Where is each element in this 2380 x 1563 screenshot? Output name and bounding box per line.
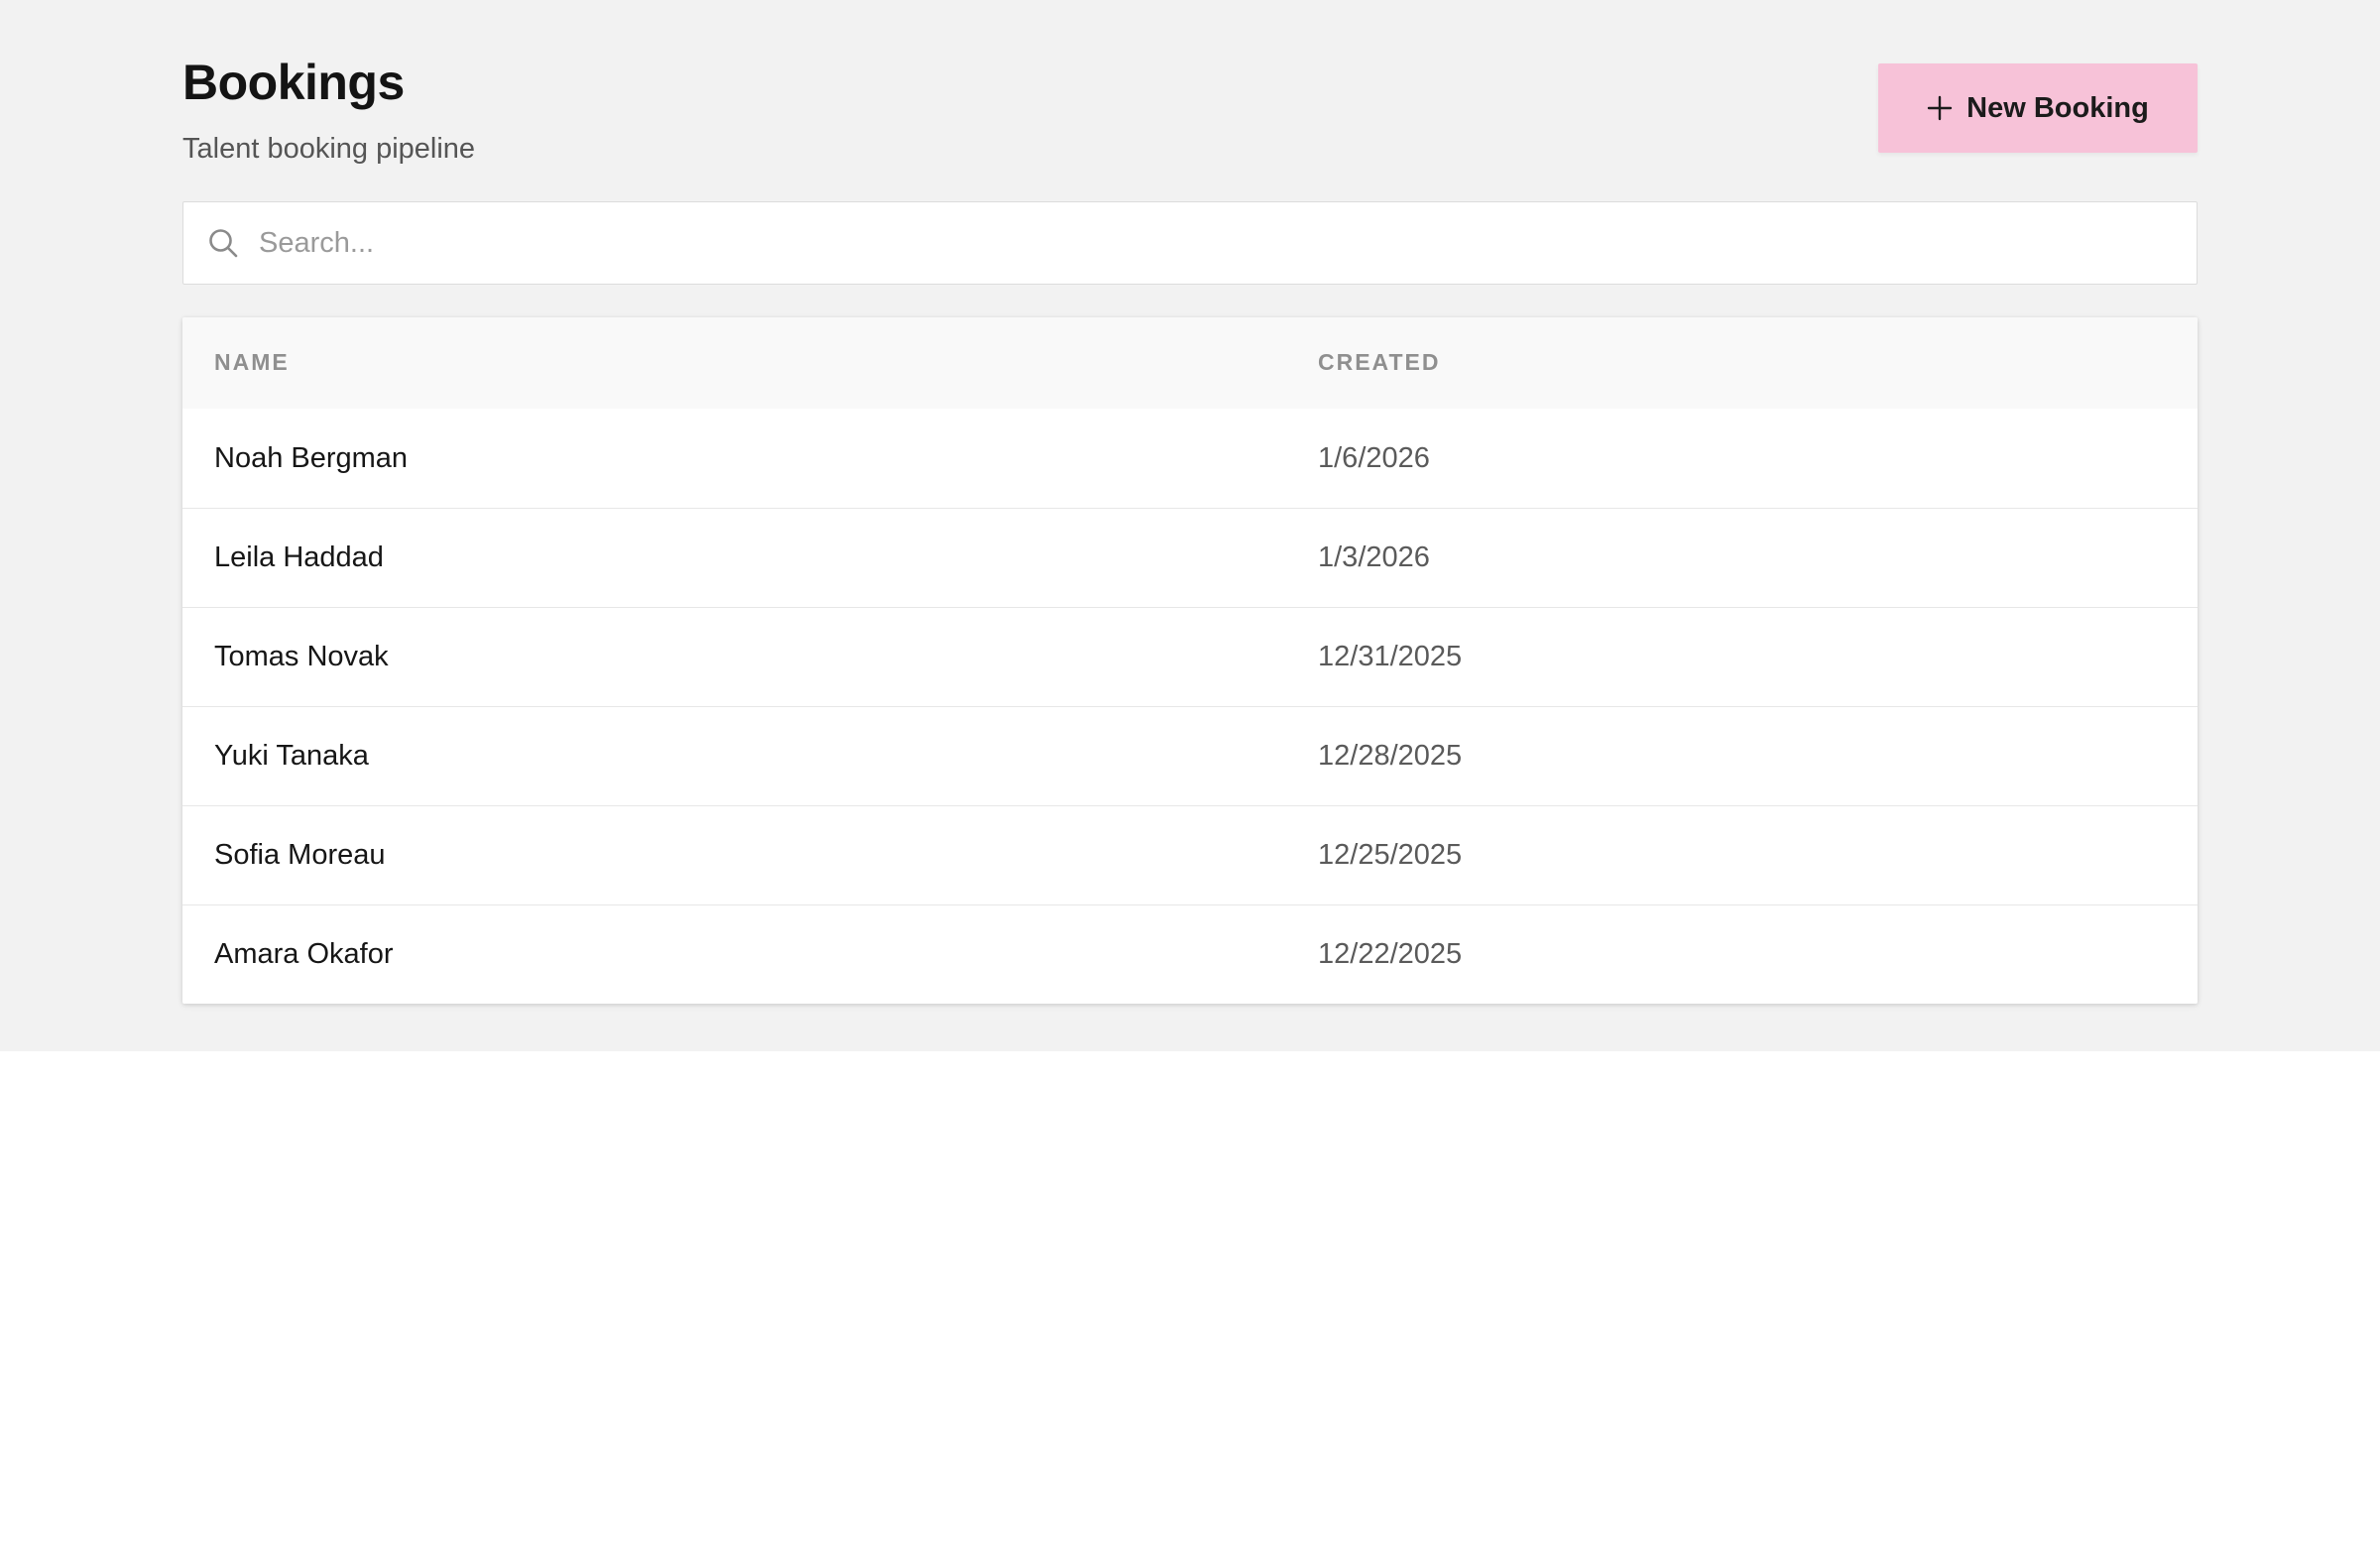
- table-body: Noah Bergman 1/6/2026 Leila Haddad 1/3/2…: [182, 409, 2198, 1004]
- table-row[interactable]: Tomas Novak 12/31/2025: [182, 607, 2198, 706]
- column-header-name[interactable]: NAME: [214, 349, 290, 376]
- bookings-table: NAME CREATED Noah Bergman 1/6/2026 Leila…: [182, 317, 2198, 1004]
- column-header-created[interactable]: CREATED: [1318, 349, 1440, 376]
- cell-name: Sofia Moreau: [214, 839, 386, 871]
- cell-created: 1/3/2026: [1318, 541, 1430, 573]
- cell-created: 12/22/2025: [1318, 938, 1463, 970]
- table-row[interactable]: Yuki Tanaka 12/28/2025: [182, 706, 2198, 805]
- cell-name: Amara Okafor: [214, 938, 394, 970]
- cell-created: 12/25/2025: [1318, 839, 1463, 871]
- search-icon: [207, 227, 239, 259]
- cell-created: 12/31/2025: [1318, 641, 1463, 672]
- search-box[interactable]: [182, 201, 2198, 285]
- cell-name: Leila Haddad: [214, 541, 384, 573]
- new-booking-button[interactable]: New Booking: [1878, 63, 2198, 153]
- cell-created: 12/28/2025: [1318, 740, 1463, 772]
- page-header: Bookings Talent booking pipeline New Boo…: [182, 0, 2198, 198]
- page-title: Bookings: [182, 55, 405, 110]
- cell-name: Yuki Tanaka: [214, 740, 369, 772]
- table-row[interactable]: Leila Haddad 1/3/2026: [182, 508, 2198, 607]
- cell-created: 1/6/2026: [1318, 441, 1430, 474]
- cell-name: Tomas Novak: [214, 641, 389, 672]
- plus-icon: [1927, 95, 1953, 121]
- cell-name: Noah Bergman: [214, 441, 409, 474]
- table-header: NAME CREATED: [182, 317, 2198, 409]
- new-booking-label: New Booking: [1966, 91, 2149, 124]
- table-row[interactable]: Noah Bergman 1/6/2026: [182, 409, 2198, 508]
- page-subtitle: Talent booking pipeline: [182, 133, 476, 165]
- main-container: Bookings Talent booking pipeline New Boo…: [182, 0, 2198, 1004]
- search-input[interactable]: [257, 213, 2141, 273]
- table-row[interactable]: Amara Okafor 12/22/2025: [182, 904, 2198, 1004]
- table-row[interactable]: Sofia Moreau 12/25/2025: [182, 805, 2198, 904]
